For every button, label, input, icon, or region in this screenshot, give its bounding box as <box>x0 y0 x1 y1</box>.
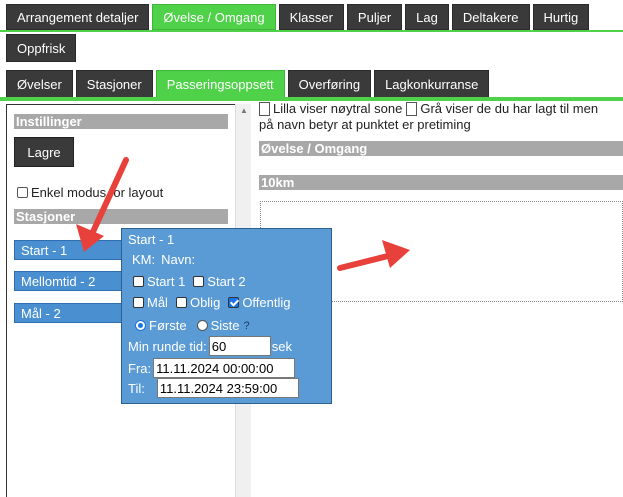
start2-checkbox[interactable] <box>193 276 205 287</box>
km-label: KM: <box>132 252 156 267</box>
tab-stations[interactable]: Stasjoner <box>75 70 153 98</box>
sec-label: sek <box>271 338 292 354</box>
tab-team-competition[interactable]: Lagkonkurranse <box>374 70 490 98</box>
help-icon[interactable]: ? <box>243 320 249 332</box>
station-popup: Start - 1 KM: Navn: Start 1 Start 2 Mål … <box>121 228 332 404</box>
start2-label: Start 2 <box>207 274 246 289</box>
save-button[interactable]: Lagre <box>14 137 74 167</box>
last-label: Siste <box>210 318 240 333</box>
to-input[interactable] <box>156 378 299 398</box>
tab-teams[interactable]: Lag <box>405 4 449 30</box>
tab-participants[interactable]: Deltakere <box>451 4 530 30</box>
start1-checkbox[interactable] <box>133 276 144 287</box>
stations-heading: Stasjoner <box>14 209 228 224</box>
from-label: Fra: <box>128 360 152 376</box>
legend-pretiming-text: på navn betyr at punktet er pretiming <box>259 117 471 132</box>
goal-label: Mål <box>147 295 168 310</box>
legend-line: Lilla viser nøytral sone Grå viser de du… <box>259 101 598 116</box>
tab-quick[interactable]: Hurtig <box>532 4 590 30</box>
tab-pools[interactable]: Puljer <box>346 4 403 30</box>
start1-label: Start 1 <box>147 274 186 289</box>
public-label: Offentlig <box>242 295 291 310</box>
tab-arrangement-details[interactable]: Arrangement detaljer <box>6 4 150 30</box>
refresh-button[interactable]: Oppfrisk <box>6 34 77 62</box>
public-checkbox[interactable] <box>228 297 240 308</box>
top-tab-underline <box>0 30 623 32</box>
from-input[interactable] <box>153 358 296 378</box>
tab-passing-setup[interactable]: Passeringsoppsett <box>155 70 285 98</box>
min-lap-input[interactable] <box>208 336 271 356</box>
simple-mode-option[interactable]: Enkel modus for layout <box>17 185 163 200</box>
min-lap-label: Min runde tid: <box>128 338 207 354</box>
mandatory-checkbox[interactable] <box>175 297 187 308</box>
gray-swatch <box>406 101 418 116</box>
simple-mode-checkbox[interactable] <box>17 187 28 198</box>
tab-classes[interactable]: Klasser <box>278 4 344 30</box>
tab-exercise-round[interactable]: Øvelse / Omgang <box>152 4 276 30</box>
first-label: Første <box>149 318 187 333</box>
distance-heading: 10km <box>259 175 623 190</box>
last-radio[interactable] <box>196 320 208 331</box>
mandatory-label: Oblig <box>189 295 221 310</box>
popup-title: Start - 1 <box>128 232 175 247</box>
tab-transfer[interactable]: Overføring <box>287 70 372 98</box>
tab-exercises[interactable]: Øvelser <box>6 70 73 98</box>
exercise-heading: Øvelse / Omgang <box>259 141 623 156</box>
to-label: Til: <box>128 380 145 396</box>
scroll-up-icon[interactable]: ▲ <box>236 106 252 115</box>
legend-neutral-text: Lilla viser nøytral sone <box>273 101 403 116</box>
simple-mode-label: Enkel modus for layout <box>31 185 164 200</box>
first-radio[interactable] <box>135 320 146 331</box>
purple-swatch <box>259 101 270 116</box>
settings-heading: Instillinger <box>14 114 228 129</box>
name-label: Navn: <box>161 252 196 267</box>
legend-gray-text: Grå viser de du har lagt til men <box>420 101 599 116</box>
goal-checkbox[interactable] <box>133 297 144 308</box>
